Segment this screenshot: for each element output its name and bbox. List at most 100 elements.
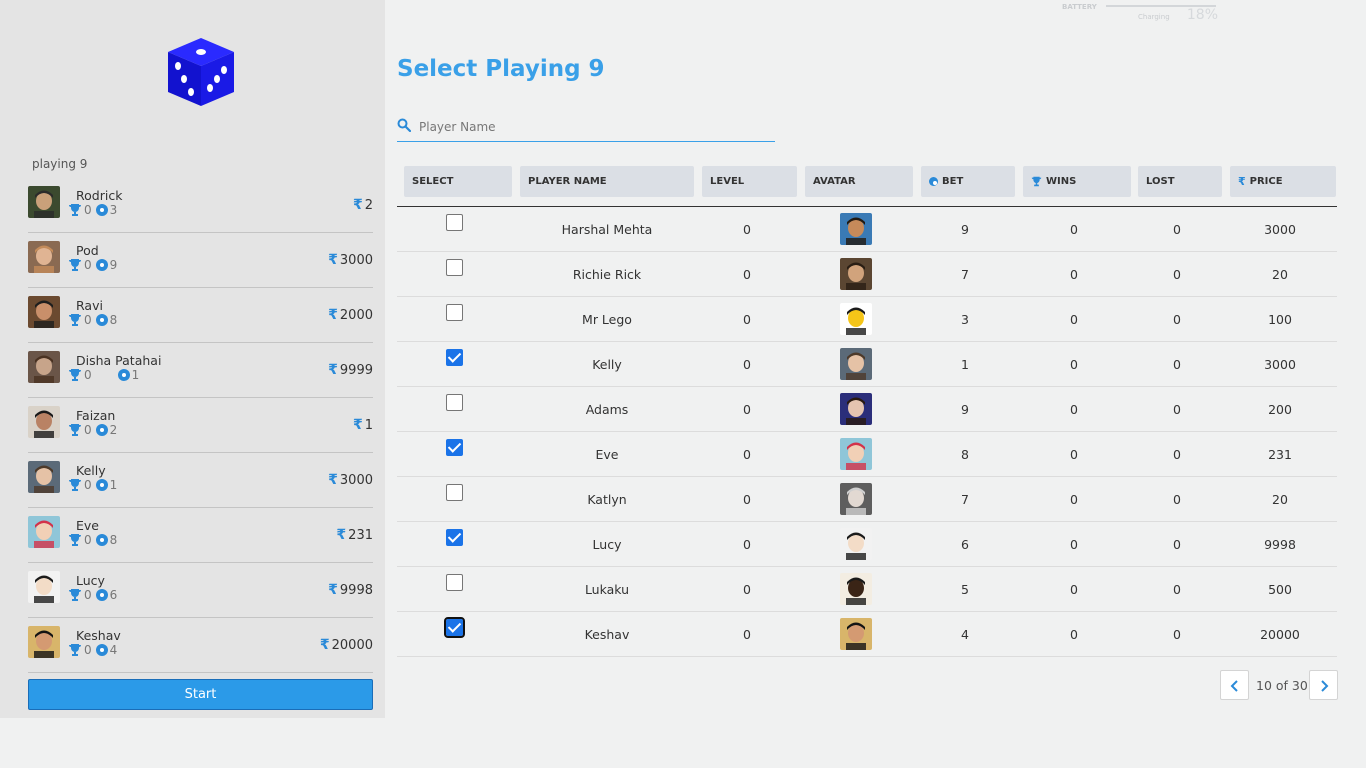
rupee-icon: ₹ [336,527,347,543]
avatar-image [28,571,60,603]
column-header-player-name[interactable]: PLAYER NAME [520,166,694,197]
level-cell: 0 [743,582,751,597]
avatar-image [28,406,60,438]
avatar [28,626,60,658]
bets-count: 4 [109,643,118,657]
column-header-select[interactable]: SELECT [404,166,512,197]
next-page-button[interactable] [1309,670,1338,700]
lost-cell: 0 [1173,537,1181,552]
roster-item[interactable]: Ravi 0 8 ₹ 2000 [28,288,373,343]
avatar-image [840,483,872,515]
page-indicator: 10 of 30 [1256,678,1308,693]
select-checkbox[interactable] [446,574,463,591]
avatar-image [840,393,872,425]
player-name-cell: Adams [585,402,629,417]
price-value: 20000 [331,637,373,653]
bet-cell: 7 [961,267,969,282]
column-header-lost[interactable]: LOST [1138,166,1222,197]
level-cell: 0 [743,312,751,327]
coin-icon [117,369,130,381]
bet-cell: 8 [961,447,969,462]
player-name-cell: Katlyn [587,492,627,507]
wins-count: 0 [84,588,92,602]
roster-stats: 0 8 [68,313,121,327]
coin-icon [95,479,108,491]
select-checkbox[interactable] [446,439,463,456]
table-row: Lucy 0 6 0 0 9998 [397,522,1337,567]
select-checkbox[interactable] [444,617,465,638]
avatar-image [840,618,872,650]
roster-item[interactable]: Lucy 0 6 ₹ 9998 [28,563,373,618]
price-cell: 20 [1272,492,1288,507]
roster-stats: 0 2 [68,423,121,437]
player-name-cell: Eve [595,447,619,462]
avatar-image [28,296,60,328]
table-row: Katlyn 0 7 0 0 20 [397,477,1337,522]
select-checkbox[interactable] [446,394,463,411]
player-name-cell: Lukaku [584,582,630,597]
avatar-image [840,213,872,245]
price-value: 3000 [339,252,373,268]
trophy-icon [69,479,81,491]
roster-item[interactable]: Keshav 0 4 ₹ 20000 [28,618,373,673]
coin-icon [95,259,108,271]
select-checkbox[interactable] [446,214,463,231]
search-input[interactable] [419,117,769,137]
roster-item[interactable]: Kelly 0 1 ₹ 3000 [28,453,373,508]
roster-item[interactable]: Rodrick 0 3 ₹ 2 [28,178,373,233]
roster-player-name: Keshav [76,628,121,643]
selected-player-list: Rodrick 0 3 ₹ 2 Pod 0 9 ₹ 3000 Ravi 0 8 … [28,178,373,673]
rupee-icon: ₹ [328,472,338,488]
price-cell: 200 [1268,402,1292,417]
avatar-image [28,351,60,383]
avatar [840,303,872,335]
roster-item[interactable]: Eve 0 8 ₹ 231 [28,508,373,563]
select-checkbox[interactable] [446,529,463,546]
wins-cell: 0 [1070,357,1078,372]
avatar [28,351,60,383]
table-row: Mr Lego 0 3 0 0 100 [397,297,1337,342]
coin-icon [95,424,108,436]
lost-cell: 0 [1173,492,1181,507]
wins-cell: 0 [1070,627,1078,642]
wins-cell: 0 [1070,492,1078,507]
roster-price: ₹ 2000 [328,307,373,323]
roster-stats: 0 9 [68,258,121,272]
trophy-icon [69,424,81,436]
column-header-avatar[interactable]: AVATAR [805,166,913,197]
bets-count: 1 [131,368,140,382]
roster-item[interactable]: Faizan 0 2 ₹ 1 [28,398,373,453]
column-header-level[interactable]: LEVEL [702,166,797,197]
column-header-bet[interactable]: BET [921,166,1015,197]
roster-stats: 0 1 [68,368,143,382]
column-header-wins[interactable]: WINS [1023,166,1131,197]
roster-item[interactable]: Disha Patahai 0 1 ₹ 9999 [28,343,373,398]
bet-cell: 4 [961,627,969,642]
avatar-image [28,626,60,658]
sidebar-caption: playing 9 [32,157,88,171]
price-value: 3000 [339,472,373,488]
roster-item[interactable]: Pod 0 9 ₹ 3000 [28,233,373,288]
table-row: Kelly 0 1 0 0 3000 [397,342,1337,387]
column-header-price[interactable]: ₹ PRICE [1230,166,1336,197]
table-row: Keshav 0 4 0 0 20000 [397,612,1337,657]
avatar-image [840,303,872,335]
price-value: 231 [348,527,373,543]
select-checkbox[interactable] [446,349,463,366]
trophy-icon [69,314,81,326]
prev-page-button[interactable] [1220,670,1249,700]
start-button[interactable]: Start [28,679,373,710]
bet-cell: 3 [961,312,969,327]
lost-cell: 0 [1173,627,1181,642]
battery-status: Charging [1138,13,1170,21]
wins-cell: 0 [1070,537,1078,552]
select-checkbox[interactable] [446,304,463,321]
level-cell: 0 [743,492,751,507]
page-title: Select Playing 9 [397,56,605,82]
price-cell: 9998 [1264,537,1296,552]
avatar [840,573,872,605]
bets-count: 9 [109,258,118,272]
select-checkbox[interactable] [446,259,463,276]
select-checkbox[interactable] [446,484,463,501]
roster-stats: 0 1 [68,478,121,492]
